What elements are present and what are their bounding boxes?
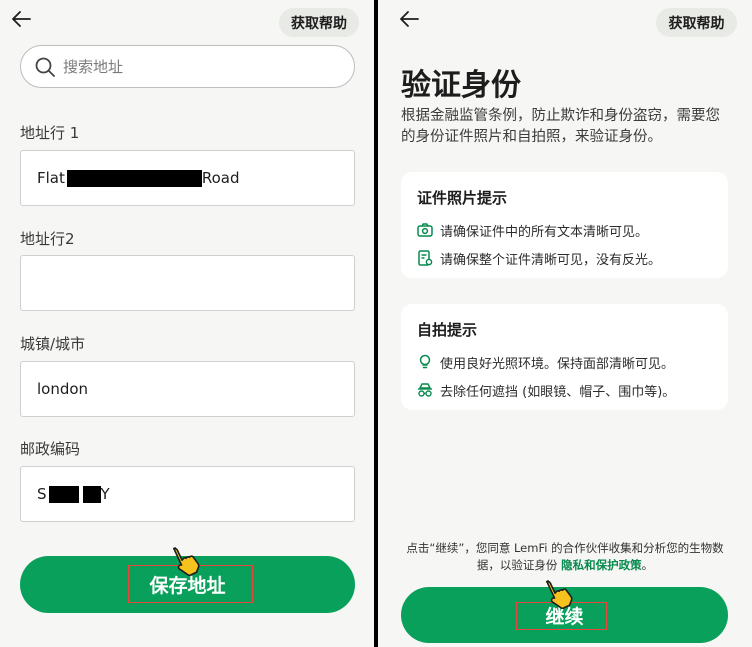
address-line2-field[interactable] bbox=[20, 255, 355, 311]
address-line1-label: 地址行 1 bbox=[20, 124, 80, 142]
address-form-screen: 获取帮助 搜索地址 地址行 1 Flat Road 地址行2 城镇/城市 lon… bbox=[0, 0, 374, 647]
verify-identity-screen: 获取帮助 验证身份 根据金融监管条例，防止欺诈和身份盗窃，需要您的身份证件照片和… bbox=[378, 0, 752, 647]
consent-end: 。 bbox=[641, 558, 654, 572]
tip-row: 使用良好光照环境。保持面部清晰可见。 bbox=[417, 348, 712, 376]
redaction-bar bbox=[82, 485, 101, 503]
redaction-bar bbox=[48, 485, 79, 503]
address-line2-label: 地址行2 bbox=[20, 230, 75, 248]
page-description: 根据金融监管条例，防止欺诈和身份盗窃，需要您的身份证件照片和自拍照，来验证身份。 bbox=[401, 108, 720, 145]
city-label: 城镇/城市 bbox=[20, 335, 86, 353]
search-placeholder: 搜索地址 bbox=[63, 58, 124, 76]
address-line1-suffix: Road bbox=[201, 169, 240, 187]
postcode-field[interactable]: S Y bbox=[20, 466, 355, 522]
search-address-input[interactable]: 搜索地址 bbox=[20, 45, 355, 88]
tip-text: 请确保整个证件清晰可见，没有反光。 bbox=[440, 252, 662, 268]
tip-text: 请确保证件中的所有文本清晰可见。 bbox=[440, 224, 649, 240]
page-title: 验证身份 bbox=[401, 68, 521, 103]
tip-row: 去除任何遮挡 (如眼镜、帽子、围巾等)。 bbox=[417, 376, 712, 404]
hand-pointer-icon bbox=[546, 580, 573, 609]
postcode-suffix: Y bbox=[100, 485, 110, 503]
selfie-tips-card: 自拍提示 使用良好光照环境。保持面部清晰可见。 去除任何遮挡 (如眼镜、帽子、围… bbox=[401, 304, 728, 410]
glasses-hat-icon bbox=[418, 383, 432, 397]
tip-row: 请确保证件中的所有文本清晰可见。 bbox=[417, 216, 712, 244]
address-line1-prefix: Flat bbox=[37, 169, 65, 187]
camera-icon bbox=[417, 223, 433, 237]
tip-text: 去除任何遮挡 (如眼镜、帽子、围巾等)。 bbox=[440, 384, 676, 400]
consent-text: 点击“继续”，您同意 LemFi 的合作伙伴收集和分析您的生物数据，以验证身份 … bbox=[398, 540, 732, 574]
privacy-policy-link[interactable]: 隐私和保护政策 bbox=[561, 558, 642, 572]
selfie-tips-title: 自拍提示 bbox=[417, 321, 478, 339]
document-check-icon bbox=[418, 250, 433, 266]
tip-row: 请确保整个证件清晰可见，没有反光。 bbox=[417, 244, 712, 272]
help-button[interactable]: 获取帮助 bbox=[279, 8, 359, 37]
back-arrow-icon[interactable] bbox=[398, 8, 426, 34]
postcode-prefix: S bbox=[37, 485, 47, 503]
id-photo-tips-card: 证件照片提示 请确保证件中的所有文本清晰可见。 请确保整个证件清晰可见，没有反光… bbox=[401, 172, 728, 278]
city-field[interactable]: london bbox=[20, 361, 355, 417]
postcode-label: 邮政编码 bbox=[20, 440, 81, 458]
address-line1-field[interactable]: Flat Road bbox=[20, 150, 355, 206]
lightbulb-icon bbox=[419, 354, 431, 369]
id-photo-tips-title: 证件照片提示 bbox=[417, 189, 508, 207]
redaction-bar bbox=[66, 169, 202, 187]
hand-pointer-icon bbox=[173, 547, 200, 576]
back-arrow-icon[interactable] bbox=[10, 8, 38, 34]
search-icon bbox=[35, 57, 55, 77]
tip-text: 使用良好光照环境。保持面部清晰可见。 bbox=[440, 356, 675, 372]
help-button[interactable]: 获取帮助 bbox=[656, 8, 737, 37]
